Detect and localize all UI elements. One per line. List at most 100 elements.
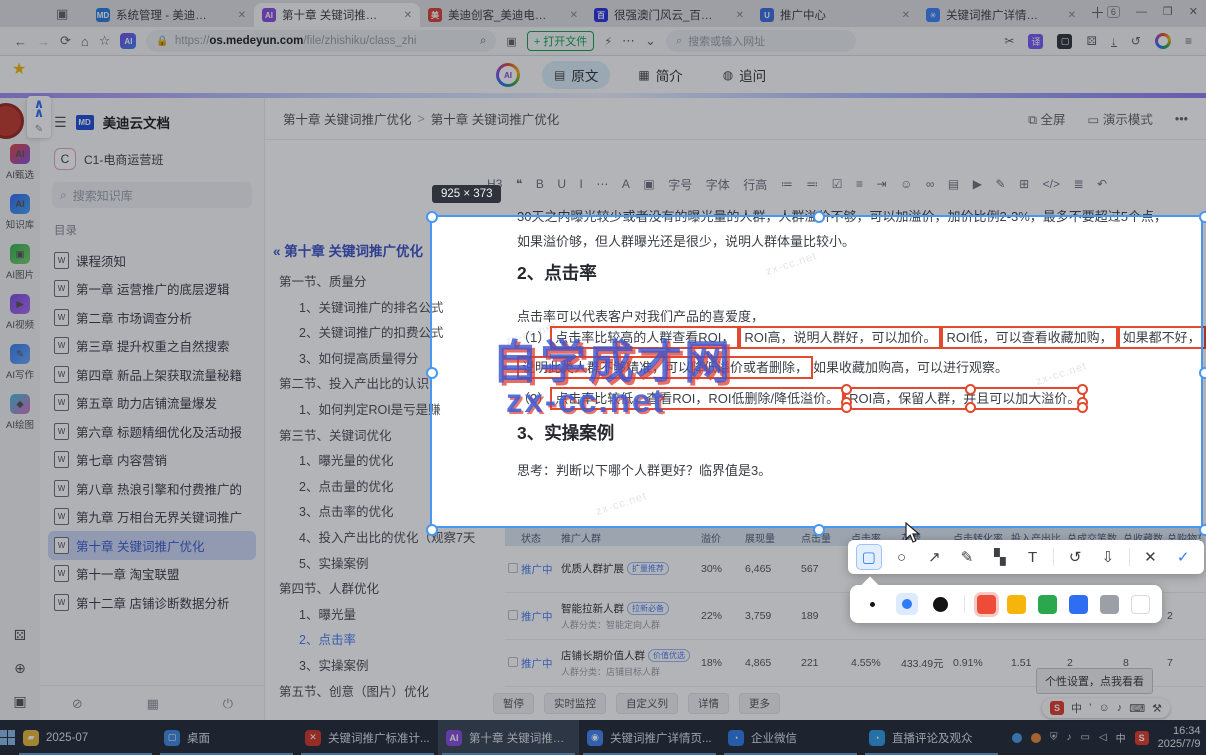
toc-item[interactable]: 4、投入产出比的优化（观察7天/15 — [265, 526, 475, 552]
stroke-small-option[interactable] — [862, 593, 884, 615]
toc-item[interactable]: 第二节、投入产出比的认识 — [265, 372, 475, 398]
editor-tool-icon[interactable]: ❝ — [516, 177, 522, 191]
browser-tab[interactable]: 百 很强澳门风云_百度搜索 ✕ — [586, 3, 752, 27]
report-action-button[interactable]: 暂停 — [493, 693, 534, 714]
tray-icon[interactable]: ▭ — [1081, 732, 1090, 743]
report-action-button[interactable]: 更多 — [739, 693, 780, 714]
forward-button[interactable]: → — [37, 34, 50, 49]
selection-handle[interactable] — [813, 524, 825, 536]
downloads-icon[interactable]: ↓ — [1110, 35, 1117, 47]
report-action-button[interactable]: 实时监控 — [544, 693, 606, 714]
ime-emoji-icon[interactable]: ☺ — [1098, 702, 1109, 714]
editor-tool-icon[interactable]: 字号 — [668, 176, 692, 193]
toc-collapse-icon[interactable]: « — [273, 244, 281, 259]
tree-chapter-item[interactable]: W 第二章 市场调查分析 — [48, 303, 256, 332]
editor-tool-icon[interactable]: ≔ — [781, 177, 793, 191]
viewer-tab[interactable]: ◍ 追问 — [711, 61, 778, 89]
extensions-icon[interactable]: ⚄ — [1086, 34, 1096, 48]
pen-tool[interactable]: ✎ — [955, 545, 979, 569]
snip-icon[interactable]: ✂ — [1004, 34, 1014, 48]
tree-chapter-item[interactable]: W 第四章 新品上架获取流量秘籍 — [48, 360, 256, 389]
tray-icon[interactable]: ⛨ — [1050, 732, 1058, 743]
editor-tool-icon[interactable]: ↶ — [1097, 177, 1107, 191]
taskbar-app[interactable]: AI 第十章 关键词推广... — [438, 720, 579, 755]
tab-close-icon[interactable]: ✕ — [238, 10, 246, 21]
tab-close-icon[interactable]: ✕ — [404, 10, 412, 21]
window-minimize-button[interactable]: — — [1136, 6, 1147, 18]
rail-item[interactable]: ✎ AI写作 — [6, 344, 34, 381]
cancel-capture-button[interactable]: ✕ — [1138, 545, 1162, 569]
toc-item[interactable]: 1、曝光量 — [265, 603, 475, 629]
toc-item[interactable]: 1、如何判定ROI是亏是赚 — [265, 398, 475, 424]
browser-menu-icon[interactable]: ≡ — [1185, 34, 1192, 48]
toc-item[interactable]: 第五节、创意（图片）优化 — [265, 680, 475, 706]
row-checkbox[interactable] — [508, 609, 518, 620]
tree-chapter-item[interactable]: W 第五章 助力店铺流量爆发 — [48, 389, 256, 418]
toc-item[interactable]: 3、点击率的优化 — [265, 500, 475, 526]
ai-assistant-icon[interactable]: AI — [120, 33, 137, 49]
translate-extension-icon[interactable]: 译 — [1028, 33, 1044, 49]
workspace-switcher[interactable]: C C1-电商运营班 — [54, 148, 264, 170]
browser-tab[interactable]: AI 第十章 关键词推广优化 ✕ — [254, 3, 420, 27]
viewer-tab[interactable]: ▦ 简介 — [626, 61, 694, 89]
editor-tool-icon[interactable]: ☑ — [832, 177, 843, 191]
tree-chapter-item[interactable]: W 第十二章 店铺诊断数据分析 — [48, 588, 256, 617]
tray-icon[interactable]: 中 — [1116, 730, 1126, 745]
home-button[interactable]: ⌂ — [81, 34, 89, 49]
window-restore-button[interactable]: ❐ — [1163, 5, 1173, 18]
tree-chapter-item[interactable]: W 第十章 关键词推广优化 — [48, 531, 256, 560]
ime-toolbox-icon[interactable]: ⚒ — [1152, 702, 1162, 715]
toc-item[interactable]: 第一节、质量分 — [265, 270, 475, 296]
rail-bottom-icon[interactable]: ▣ — [13, 693, 26, 710]
editor-tool-icon[interactable]: ⋯ — [596, 177, 608, 191]
zoom-page-icon[interactable]: ⌕ — [480, 35, 486, 48]
annotation-rect[interactable]: ROI低，可以查看收藏加购， — [941, 326, 1118, 349]
color-blue-swatch[interactable] — [1069, 594, 1089, 614]
reader-extension-icon[interactable]: ▢ — [1057, 33, 1073, 49]
breadcrumb-parent[interactable]: 第十章 关键词推广优化 — [283, 109, 411, 128]
present-mode-button[interactable]: ▭ 演示模式 — [1088, 109, 1153, 128]
rect-tool[interactable]: ▢ — [855, 544, 882, 570]
text-tool[interactable]: T — [1021, 545, 1045, 569]
bookmark-icon[interactable]: ☆ — [99, 33, 111, 49]
toc-item[interactable]: 1、曝光量的优化 — [265, 449, 475, 475]
favorites-star-icon[interactable]: ★ — [12, 59, 26, 79]
taskbar-app[interactable]: ✕ 关键词推广标准计... — [297, 720, 438, 755]
back-button[interactable]: ← — [14, 34, 27, 49]
stroke-medium-option[interactable] — [895, 593, 918, 615]
editor-tool-icon[interactable]: B — [536, 177, 544, 191]
editor-tool-icon[interactable]: </> — [1043, 177, 1060, 191]
tab-close-icon[interactable]: ✕ — [570, 10, 578, 21]
snip-pin-icon[interactable]: ✎ — [35, 124, 43, 135]
sogou-logo-icon[interactable]: S — [1050, 701, 1064, 715]
color-gray-swatch[interactable] — [1100, 594, 1120, 614]
download-tool[interactable]: ⇩ — [1096, 545, 1120, 569]
browser-tab[interactable]: U 推广中心 ✕ — [752, 3, 918, 27]
open-file-button[interactable]: + 打开文件 — [526, 31, 595, 51]
browser-logo-icon[interactable] — [1154, 33, 1171, 49]
start-button[interactable] — [0, 720, 15, 755]
annotation-rect[interactable]: ROI高，说明人群好，可以加价。 — [739, 326, 942, 349]
tab-count-badge[interactable]: 6 — [1106, 5, 1120, 18]
tree-chapter-item[interactable]: W 课程须知 — [48, 246, 256, 275]
tree-search-input[interactable]: ⌕ 搜索知识库 — [52, 182, 252, 208]
selection-handle[interactable] — [1199, 524, 1206, 536]
editor-tool-icon[interactable]: ▶ — [973, 177, 982, 191]
tree-chapter-item[interactable]: W 第七章 内容营销 — [48, 446, 256, 475]
tab-close-icon[interactable]: ✕ — [736, 10, 744, 21]
editor-tool-icon[interactable]: ▤ — [948, 177, 959, 191]
selection-handle[interactable] — [813, 211, 825, 223]
more-actions-icon[interactable]: ••• — [1175, 112, 1188, 126]
tray-icon[interactable]: ◁ — [1099, 732, 1107, 743]
selection-handle[interactable] — [426, 367, 438, 379]
reload-button[interactable]: ⟳ — [60, 33, 71, 49]
collapse-panel[interactable]: ∧ ∧ ✎ — [27, 96, 51, 138]
taskbar-app[interactable]: ◔ 直播评论及观众 — [861, 720, 1002, 755]
tray-icon[interactable] — [1012, 732, 1022, 743]
annotation-rect[interactable]: 如果都不好， — [1117, 326, 1206, 349]
window-close-button[interactable]: ✕ — [1189, 5, 1198, 18]
ime-voice-icon[interactable]: ♪ — [1117, 702, 1123, 714]
toc-title[interactable]: « 第十章 关键词推广优化 — [273, 240, 475, 260]
sogou-tray-icon[interactable]: S — [1134, 730, 1149, 745]
toc-item[interactable]: 2、关键词推广的扣费公式 — [265, 321, 475, 347]
